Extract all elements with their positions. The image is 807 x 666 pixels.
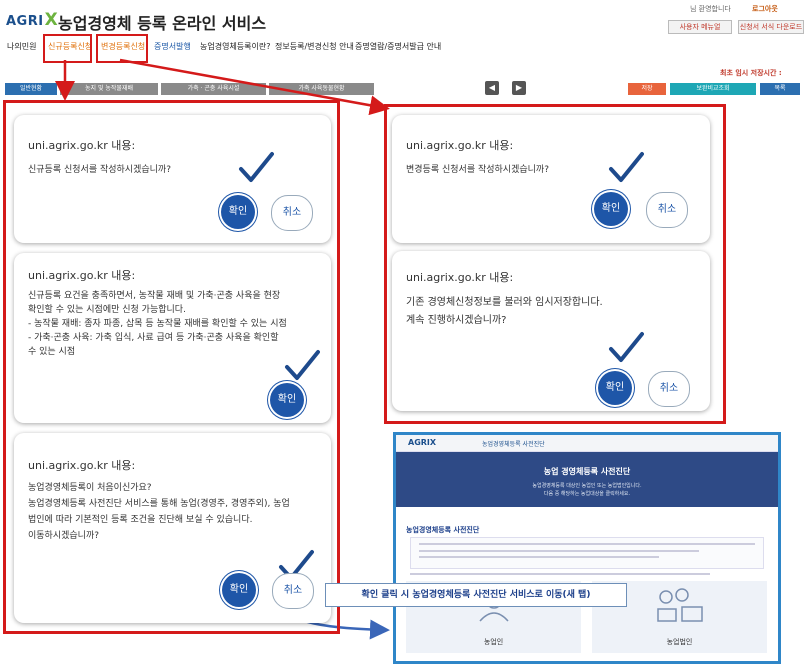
dialog-change-confirm: uni.agrix.go.kr 내용: 변경등록 신청서를 작성하시겠습니까? … (392, 115, 710, 243)
cancel-button[interactable]: 취소 (272, 573, 314, 609)
dialog-message-line: 농업경영체등록 사전진단 서비스를 통해 농업(경영주, 경영주외), 농업 (28, 499, 290, 509)
dialog-message-line: 법인에 따라 기본적인 등록 조건을 진단해 보실 수 있습니다. (28, 515, 253, 525)
dialog-message-line: 계속 진행하시겠습니까? (406, 315, 507, 326)
checkmark-icon (239, 152, 274, 182)
preview-card-label: 농업법인 (666, 638, 693, 646)
dialog-message-line: 확인할 수 있는 시점에만 신청 가능합니다. (28, 305, 186, 315)
dialog-message: 신규등록 신청서를 작성하시겠습니까? (28, 165, 171, 175)
dialog-title: uni.agrix.go.kr 내용: (28, 459, 136, 472)
checkmark-icon (285, 350, 320, 380)
cancel-button[interactable]: 취소 (648, 371, 690, 407)
preview-logo: AGRIX (408, 438, 437, 447)
dialog-message-line: 이동하시겠습니까? (28, 531, 100, 541)
preview-header: AGRIX 농업경영체등록 사전진단 (396, 435, 778, 452)
ok-button[interactable]: 확인 (270, 383, 304, 417)
dialog-new-confirm: uni.agrix.go.kr 내용: 신규등록 신청서를 작성하시겠습니까? … (14, 115, 331, 243)
dialog-message-line: 수 있는 시점 (28, 347, 76, 357)
corporation-icon (657, 588, 703, 622)
dialog-title: uni.agrix.go.kr 내용: (28, 269, 136, 282)
dialog-title: uni.agrix.go.kr 내용: (406, 271, 514, 284)
dialog-message-line: 신규등록 요건을 충족하면서, 농작물 재배 및 가축·곤충 사육을 현장 (28, 291, 281, 301)
dialog-title: uni.agrix.go.kr 내용: (406, 139, 514, 152)
cancel-button[interactable]: 취소 (646, 192, 688, 228)
prediagnosis-page-preview: AGRIX 농업경영체등록 사전진단 농업 경영체등록 사전진단 농업경영체등록… (393, 432, 781, 664)
preview-section-title: 농업경영체등록 사전진단 (406, 526, 480, 534)
dialog-requirement-notice: uni.agrix.go.kr 내용: 신규등록 요건을 충족하면서, 농작물 … (14, 253, 331, 423)
dialog-temp-save: uni.agrix.go.kr 내용: 기존 경영체신청정보를 불러와 임시저장… (392, 251, 710, 411)
ok-button[interactable]: 확인 (221, 195, 255, 229)
ok-button[interactable]: 확인 (598, 371, 632, 405)
dialog-message-line: - 농작물 재배: 종자 파종, 삽목 등 농작물 재배를 확인할 수 있는 시… (28, 319, 287, 329)
dialog-message: 변경등록 신청서를 작성하시겠습니까? (406, 165, 549, 175)
dialog-message-line: 농업경영체등록이 처음이신가요? (28, 483, 152, 493)
ok-button[interactable]: 확인 (594, 192, 628, 226)
annotation-callout: 확인 클릭 시 농업경영체등록 사전진단 서비스로 이동(새 탭) (325, 583, 627, 607)
checkmark-icon (609, 332, 644, 362)
preview-card-label: 농업인 (483, 638, 504, 646)
preview-info-box (410, 537, 764, 569)
cancel-button[interactable]: 취소 (271, 195, 313, 231)
dialog-title: uni.agrix.go.kr 내용: (28, 139, 136, 152)
preview-banner-title: 농업 경영체등록 사전진단 (543, 467, 631, 476)
preview-note-line (410, 573, 710, 575)
dialog-prediagnosis: uni.agrix.go.kr 내용: 농업경영체등록이 처음이신가요? 농업경… (14, 433, 331, 623)
ok-button[interactable]: 확인 (222, 573, 256, 607)
dialog-message-line: - 가축·곤충 사육: 가축 입식, 사료 급여 등 가축·곤충 사육을 확인할 (28, 333, 279, 343)
preview-banner-sub: 다음 중 해당하는 농업대상을 클릭하세요. (543, 491, 631, 497)
checkmark-icon (609, 152, 644, 182)
preview-banner: 농업 경영체등록 사전진단 농업경영체등록 대상인 농업인 또는 농업법인입니다… (396, 452, 778, 507)
preview-banner-sub: 농업경영체등록 대상인 농업인 또는 농업법인입니다. (532, 483, 642, 489)
preview-header-text: 농업경영체등록 사전진단 (482, 441, 545, 448)
dialog-message-line: 기존 경영체신청정보를 불러와 임시저장합니다. (406, 297, 603, 308)
